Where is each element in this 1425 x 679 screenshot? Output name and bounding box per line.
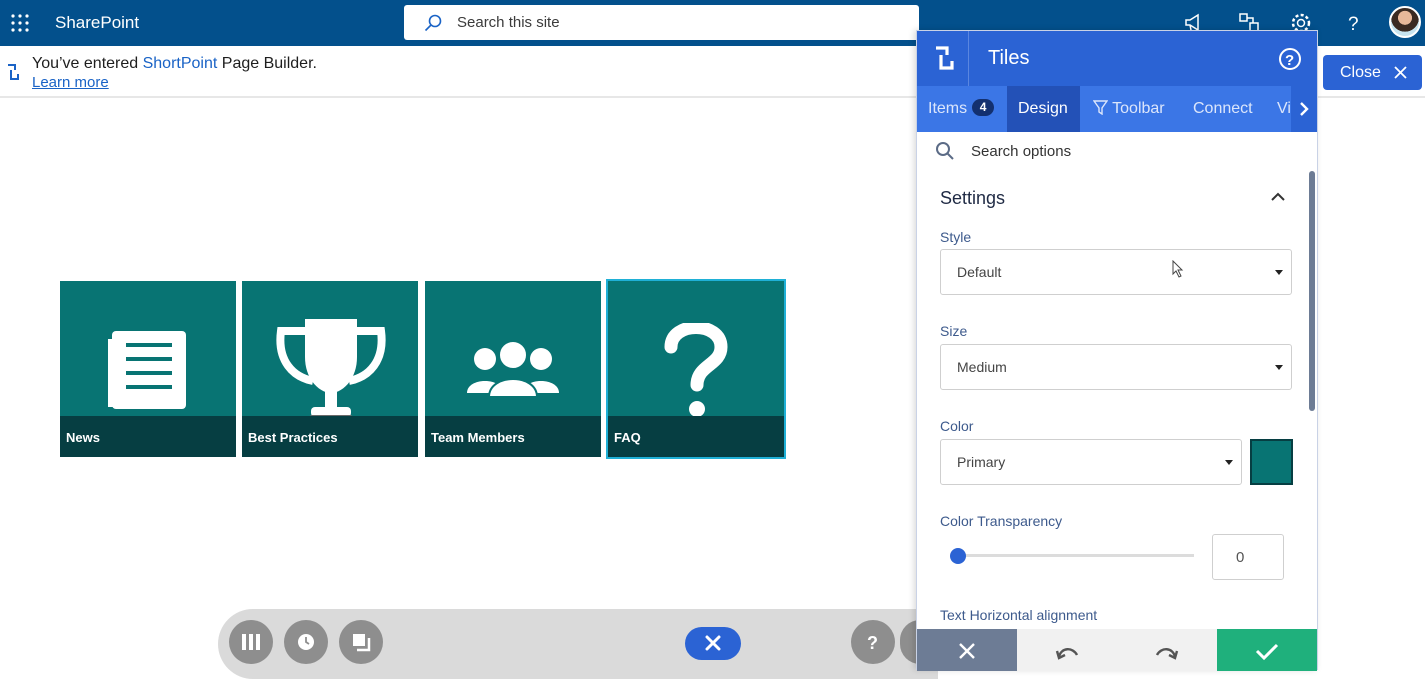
tab-items-label: Items bbox=[928, 100, 968, 117]
size-select[interactable]: Medium bbox=[940, 344, 1292, 390]
size-label: Size bbox=[940, 323, 968, 339]
text-halign-label: Text Horizontal alignment bbox=[940, 607, 1098, 623]
tile-label: Best Practices bbox=[248, 430, 338, 445]
help-icon: ? bbox=[860, 629, 886, 655]
style-select[interactable]: Default bbox=[940, 249, 1292, 295]
close-label: Close bbox=[1340, 64, 1381, 81]
tile-label: FAQ bbox=[614, 430, 641, 445]
close-icon bbox=[705, 635, 721, 651]
shortpoint-logo-icon bbox=[8, 64, 19, 80]
transparency-value: 0 bbox=[1236, 549, 1245, 566]
tabs-scroll-right-button[interactable] bbox=[1291, 86, 1317, 132]
tab-toolbar[interactable]: Toolbar bbox=[1092, 86, 1165, 132]
color-select[interactable]: Primary bbox=[940, 439, 1242, 485]
columns-icon bbox=[242, 634, 260, 650]
color-swatch[interactable] bbox=[1250, 439, 1293, 485]
columns-button[interactable] bbox=[229, 620, 273, 664]
items-count-badge: 4 bbox=[972, 99, 995, 116]
style-label: Style bbox=[940, 229, 972, 245]
question-icon bbox=[664, 323, 728, 417]
search-options-input[interactable]: Search options bbox=[935, 141, 1071, 166]
tab-connect[interactable]: Connect bbox=[1193, 86, 1253, 132]
transparency-slider-handle[interactable] bbox=[950, 548, 966, 564]
tab-toolbar-label: Toolbar bbox=[1112, 100, 1165, 117]
transparency-slider-track[interactable] bbox=[951, 554, 1194, 557]
chevron-right-icon bbox=[1300, 102, 1309, 116]
svg-text:?: ? bbox=[1285, 52, 1294, 69]
tab-items[interactable]: Items 4 bbox=[928, 86, 995, 132]
settings-section-title[interactable]: Settings bbox=[940, 188, 1005, 209]
panel-tabs: Items 4 Design Toolbar Connect Vi bbox=[917, 86, 1317, 132]
clock-icon bbox=[298, 634, 314, 650]
help-icon[interactable]: ? bbox=[1341, 11, 1365, 35]
notice-brand: ShortPoint bbox=[142, 55, 218, 72]
size-value: Medium bbox=[957, 359, 1007, 375]
close-icon bbox=[1394, 66, 1407, 79]
filter-icon bbox=[1092, 100, 1109, 116]
help-icon[interactable]: ? bbox=[1278, 47, 1302, 71]
site-search-input[interactable]: Search this site bbox=[404, 5, 919, 40]
transparency-input[interactable]: 0 bbox=[1212, 534, 1284, 580]
tile-label: News bbox=[66, 430, 100, 445]
panel-title: Tiles bbox=[988, 47, 1030, 69]
history-button[interactable] bbox=[284, 620, 328, 664]
tab-design[interactable]: Design bbox=[1007, 86, 1080, 132]
tile-best-practices[interactable]: Best Practices bbox=[242, 281, 418, 457]
style-value: Default bbox=[957, 264, 1002, 280]
svg-text:?: ? bbox=[1348, 14, 1359, 35]
chevron-up-icon[interactable] bbox=[1271, 192, 1285, 202]
user-avatar[interactable] bbox=[1389, 6, 1421, 38]
newspaper-icon bbox=[108, 331, 186, 409]
search-icon bbox=[424, 14, 442, 32]
tiles-settings-panel: Tiles ? Items 4 Design Toolbar Connect Vi… bbox=[916, 30, 1318, 671]
waffle-icon[interactable] bbox=[10, 13, 30, 33]
caret-down-icon bbox=[1275, 270, 1283, 275]
color-label: Color bbox=[940, 418, 974, 434]
copy-button[interactable] bbox=[339, 620, 383, 664]
color-value: Primary bbox=[957, 454, 1006, 470]
help-button[interactable]: ? bbox=[851, 620, 895, 664]
notice-prefix: You’ve entered bbox=[32, 55, 143, 72]
exit-builder-button[interactable] bbox=[685, 627, 741, 660]
tile-team-members[interactable]: Team Members bbox=[425, 281, 601, 457]
transparency-label: Color Transparency bbox=[940, 513, 1063, 529]
caret-down-icon bbox=[1225, 460, 1233, 465]
panel-header: Tiles ? bbox=[917, 31, 1317, 86]
shortpoint-logo-icon bbox=[936, 46, 954, 70]
search-placeholder: Search this site bbox=[457, 14, 560, 31]
notice-suffix: Page Builder. bbox=[217, 55, 317, 72]
close-builder-button[interactable]: Close bbox=[1323, 55, 1422, 90]
svg-text:?: ? bbox=[867, 633, 878, 653]
mouse-cursor-icon bbox=[1172, 260, 1184, 278]
learn-more-link[interactable]: Learn more bbox=[32, 74, 109, 91]
tile-news[interactable]: News bbox=[60, 281, 236, 457]
search-options-placeholder: Search options bbox=[971, 143, 1072, 160]
team-icon bbox=[467, 340, 559, 398]
brand-title[interactable]: SharePoint bbox=[55, 13, 139, 33]
panel-scrollbar[interactable] bbox=[1309, 171, 1315, 411]
trophy-icon bbox=[276, 319, 386, 423]
tile-faq[interactable]: FAQ bbox=[606, 279, 786, 459]
tab-visibility[interactable]: Vi bbox=[1277, 86, 1291, 132]
notice-text: You’ve entered ShortPoint Page Builder. bbox=[32, 55, 317, 73]
caret-down-icon bbox=[1275, 365, 1283, 370]
header-divider bbox=[968, 31, 969, 86]
copy-icon bbox=[353, 634, 371, 652]
search-icon bbox=[936, 142, 954, 160]
tile-label: Team Members bbox=[431, 430, 525, 445]
